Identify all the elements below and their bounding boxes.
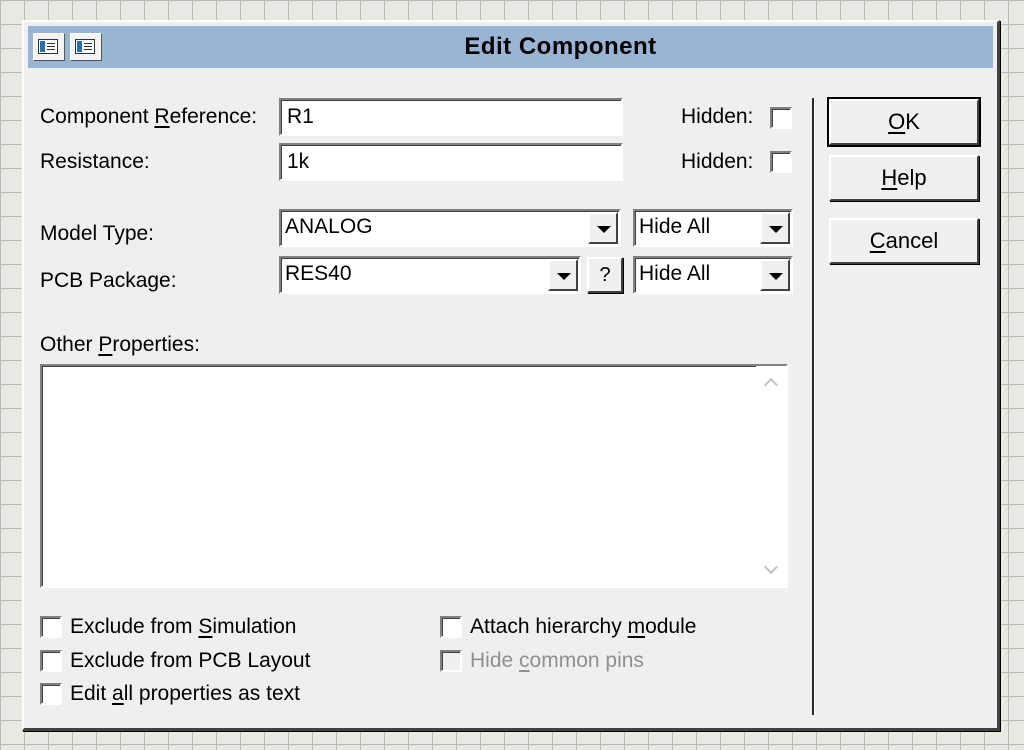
exclude-pcb-layout-label: Exclude from PCB Layout xyxy=(70,649,311,672)
hide-common-pins-label: Hide common pins xyxy=(470,649,644,672)
resistance-label: Resistance: xyxy=(40,150,150,173)
vertical-divider xyxy=(812,98,815,715)
chevron-down-icon[interactable] xyxy=(760,212,790,244)
help-button[interactable]: Help xyxy=(829,155,979,201)
model-type-visibility-select[interactable]: Hide All xyxy=(633,209,793,247)
ok-button[interactable]: OK xyxy=(827,97,981,147)
resistance-hidden-label: Hidden: xyxy=(681,150,754,173)
pcb-package-help-button[interactable]: ? xyxy=(587,257,623,293)
title-bar: Edit Component xyxy=(28,26,993,68)
exclude-pcb-layout-checkbox[interactable] xyxy=(40,650,62,672)
other-properties-textarea[interactable] xyxy=(40,364,788,588)
model-type-label: Model Type: xyxy=(40,222,155,245)
scroll-up-icon[interactable] xyxy=(764,376,778,390)
edit-as-text-label: Edit all properties as text xyxy=(70,682,300,705)
chevron-down-icon[interactable] xyxy=(760,259,790,291)
reference-hidden-checkbox[interactable] xyxy=(770,107,792,129)
component-reference-field[interactable] xyxy=(279,98,623,136)
model-type-select[interactable]: ANALOG xyxy=(279,209,621,247)
hide-common-pins-checkbox xyxy=(440,650,462,672)
exclude-simulation-checkbox[interactable] xyxy=(40,616,62,638)
model-type-value: ANALOG xyxy=(285,215,373,238)
chevron-down-icon[interactable] xyxy=(588,212,618,244)
pcb-package-label: PCB Package: xyxy=(40,269,177,292)
vertical-scrollbar[interactable] xyxy=(756,366,786,586)
chevron-down-icon[interactable] xyxy=(548,259,578,291)
other-properties-label: Other Properties: xyxy=(40,333,200,356)
attach-hierarchy-label: Attach hierarchy module xyxy=(470,615,697,638)
pcb-package-value: RES40 xyxy=(285,262,352,285)
resistance-hidden-checkbox[interactable] xyxy=(770,151,792,173)
exclude-simulation-label: Exclude from Simulation xyxy=(70,615,297,638)
edit-component-dialog: Edit Component Component Reference: Hidd… xyxy=(22,20,1000,731)
pcb-package-visibility-value: Hide All xyxy=(639,262,711,285)
pcb-package-select[interactable]: RES40 xyxy=(279,256,581,294)
component-reference-label: Component Reference: xyxy=(40,105,258,128)
pcb-package-visibility-select[interactable]: Hide All xyxy=(633,256,793,294)
cancel-button[interactable]: Cancel xyxy=(829,218,979,264)
edit-as-text-checkbox[interactable] xyxy=(40,683,62,705)
dialog-title: Edit Component xyxy=(464,33,657,60)
reference-hidden-label: Hidden: xyxy=(681,105,754,128)
scroll-down-icon[interactable] xyxy=(764,562,778,576)
resistance-field[interactable] xyxy=(279,143,623,181)
model-type-visibility-value: Hide All xyxy=(639,215,711,238)
attach-hierarchy-checkbox[interactable] xyxy=(440,616,462,638)
